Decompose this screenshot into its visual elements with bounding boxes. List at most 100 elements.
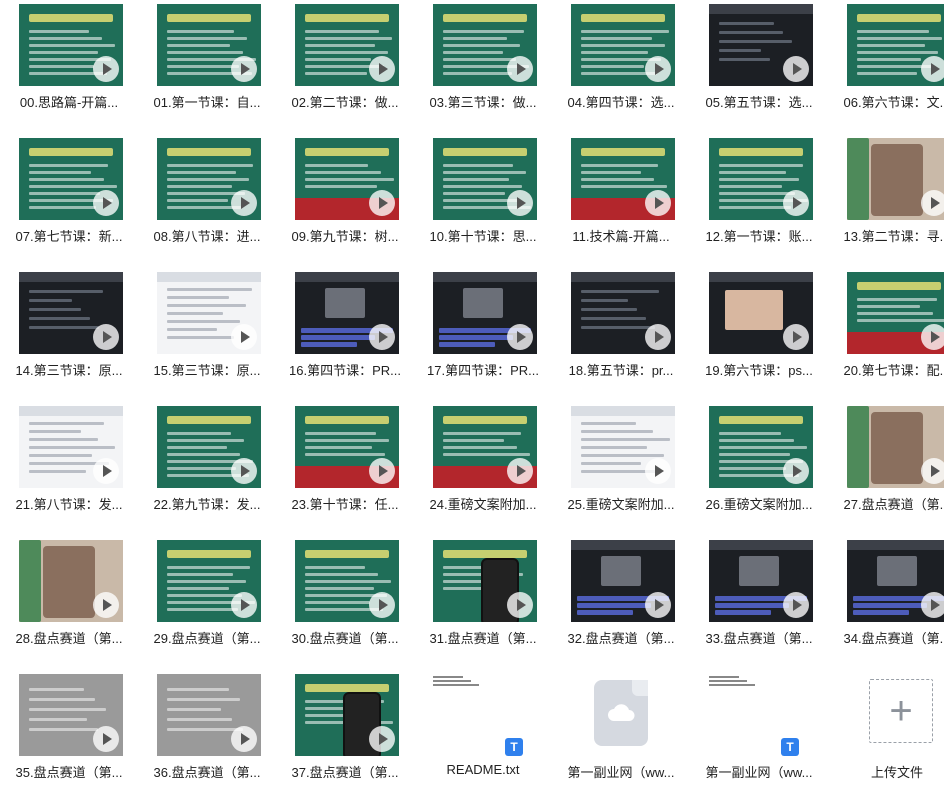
video-thumbnail[interactable]	[709, 406, 813, 488]
video-thumbnail[interactable]	[571, 4, 675, 86]
video-thumbnail[interactable]	[709, 540, 813, 622]
play-icon[interactable]	[645, 190, 671, 216]
play-icon[interactable]	[645, 56, 671, 82]
play-icon[interactable]	[231, 592, 257, 618]
play-icon[interactable]	[645, 324, 671, 350]
file-tile[interactable]: 17.第四节课：PR...	[414, 268, 552, 402]
play-icon[interactable]	[93, 56, 119, 82]
play-icon[interactable]	[921, 56, 944, 82]
file-tile[interactable]: 25.重磅文案附加...	[552, 402, 690, 536]
file-tile[interactable]: 33.盘点赛道（第...	[690, 536, 828, 670]
play-icon[interactable]	[783, 190, 809, 216]
file-tile[interactable]: T README.txt	[414, 670, 552, 804]
play-icon[interactable]	[369, 56, 395, 82]
video-thumbnail[interactable]	[709, 272, 813, 354]
file-tile[interactable]: 18.第五节课：pr...	[552, 268, 690, 402]
play-icon[interactable]	[93, 592, 119, 618]
file-tile[interactable]: 34.盘点赛道（第...	[828, 536, 944, 670]
file-tile[interactable]: 20.第七节课：配...	[828, 268, 944, 402]
video-thumbnail[interactable]	[19, 138, 123, 220]
video-thumbnail[interactable]	[433, 272, 537, 354]
cloud-file-icon[interactable]	[594, 680, 648, 746]
video-thumbnail[interactable]	[433, 4, 537, 86]
video-thumbnail[interactable]	[295, 406, 399, 488]
file-tile[interactable]: 00.思路篇-开篇...	[0, 0, 138, 134]
video-thumbnail[interactable]	[847, 540, 944, 622]
file-tile[interactable]: 29.盘点赛道（第...	[138, 536, 276, 670]
video-thumbnail[interactable]	[847, 272, 944, 354]
upload-tile[interactable]: + 上传文件	[828, 670, 944, 804]
play-icon[interactable]	[369, 592, 395, 618]
video-thumbnail[interactable]	[571, 406, 675, 488]
play-icon[interactable]	[231, 726, 257, 752]
play-icon[interactable]	[783, 324, 809, 350]
play-icon[interactable]	[93, 190, 119, 216]
play-icon[interactable]	[921, 458, 944, 484]
file-tile[interactable]: 02.第二节课：做...	[276, 0, 414, 134]
file-tile[interactable]: 30.盘点赛道（第...	[276, 536, 414, 670]
file-tile[interactable]: 16.第四节课：PR...	[276, 268, 414, 402]
file-tile[interactable]: 24.重磅文案附加...	[414, 402, 552, 536]
video-thumbnail[interactable]	[157, 4, 261, 86]
play-icon[interactable]	[369, 726, 395, 752]
play-icon[interactable]	[507, 190, 533, 216]
play-icon[interactable]	[783, 56, 809, 82]
file-tile[interactable]: 12.第一节课：账...	[690, 134, 828, 268]
file-tile[interactable]: 21.第八节课：发...	[0, 402, 138, 536]
video-thumbnail[interactable]	[157, 674, 261, 756]
video-thumbnail[interactable]	[19, 4, 123, 86]
video-thumbnail[interactable]	[709, 138, 813, 220]
file-tile[interactable]: 07.第七节课：新...	[0, 134, 138, 268]
video-thumbnail[interactable]	[433, 540, 537, 622]
file-tile[interactable]: 05.第五节课：选...	[690, 0, 828, 134]
file-tile[interactable]: T 第一副业网（ww...	[690, 670, 828, 804]
file-tile[interactable]: 第一副业网（ww...	[552, 670, 690, 804]
play-icon[interactable]	[231, 324, 257, 350]
play-icon[interactable]	[369, 458, 395, 484]
file-tile[interactable]: 11.技术篇-开篇...	[552, 134, 690, 268]
video-thumbnail[interactable]	[847, 406, 944, 488]
play-icon[interactable]	[783, 458, 809, 484]
upload-plus-icon[interactable]: +	[869, 679, 933, 743]
video-thumbnail[interactable]	[19, 272, 123, 354]
file-tile[interactable]: 32.盘点赛道（第...	[552, 536, 690, 670]
video-thumbnail[interactable]	[157, 406, 261, 488]
play-icon[interactable]	[921, 190, 944, 216]
file-tile[interactable]: 06.第六节课：文...	[828, 0, 944, 134]
video-thumbnail[interactable]	[19, 406, 123, 488]
video-thumbnail[interactable]	[433, 406, 537, 488]
play-icon[interactable]	[93, 458, 119, 484]
text-file-preview[interactable]: T	[433, 674, 537, 756]
video-thumbnail[interactable]	[19, 540, 123, 622]
video-thumbnail[interactable]	[571, 272, 675, 354]
file-tile[interactable]: 23.第十节课：任...	[276, 402, 414, 536]
play-icon[interactable]	[507, 56, 533, 82]
video-thumbnail[interactable]	[295, 272, 399, 354]
file-tile[interactable]: 13.第二节课：寻...	[828, 134, 944, 268]
video-thumbnail[interactable]	[295, 674, 399, 756]
text-file-preview[interactable]: T	[709, 674, 813, 756]
file-tile[interactable]: 35.盘点赛道（第...	[0, 670, 138, 804]
video-thumbnail[interactable]	[295, 138, 399, 220]
file-tile[interactable]: 26.重磅文案附加...	[690, 402, 828, 536]
file-tile[interactable]: 15.第三节课：原...	[138, 268, 276, 402]
file-tile[interactable]: 31.盘点赛道（第...	[414, 536, 552, 670]
play-icon[interactable]	[507, 458, 533, 484]
video-thumbnail[interactable]	[709, 4, 813, 86]
file-tile[interactable]: 03.第三节课：做...	[414, 0, 552, 134]
play-icon[interactable]	[645, 592, 671, 618]
video-thumbnail[interactable]	[433, 138, 537, 220]
file-tile[interactable]: 37.盘点赛道（第...	[276, 670, 414, 804]
play-icon[interactable]	[369, 324, 395, 350]
play-icon[interactable]	[921, 324, 944, 350]
file-tile[interactable]: 14.第三节课：原...	[0, 268, 138, 402]
file-tile[interactable]: 10.第十节课：思...	[414, 134, 552, 268]
video-thumbnail[interactable]	[847, 4, 944, 86]
video-thumbnail[interactable]	[157, 272, 261, 354]
file-tile[interactable]: 36.盘点赛道（第...	[138, 670, 276, 804]
file-tile[interactable]: 01.第一节课：自...	[138, 0, 276, 134]
play-icon[interactable]	[645, 458, 671, 484]
video-thumbnail[interactable]	[157, 138, 261, 220]
video-thumbnail[interactable]	[847, 138, 944, 220]
play-icon[interactable]	[93, 726, 119, 752]
